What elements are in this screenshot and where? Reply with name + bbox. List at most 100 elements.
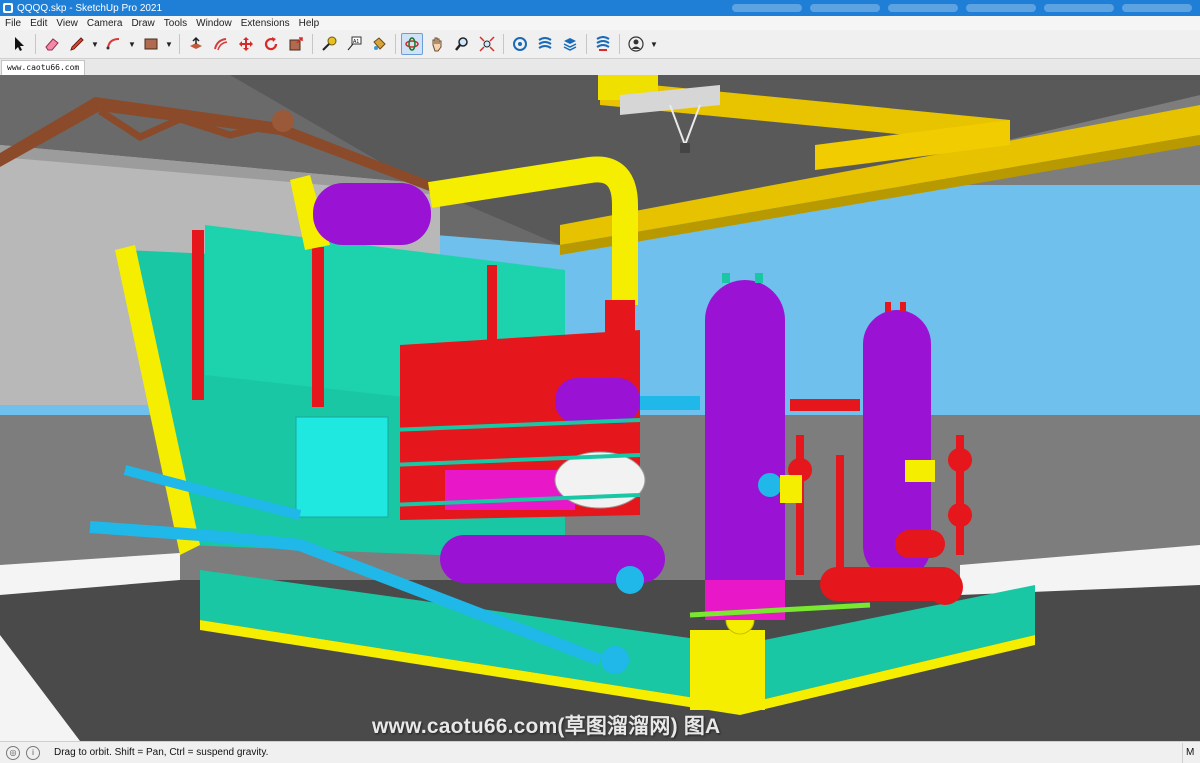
pipe-elbow <box>601 646 629 674</box>
title-bar: QQQQ.skp - SketchUp Pro 2021 <box>0 0 1200 16</box>
arc-icon <box>106 38 120 50</box>
info-icon[interactable]: i <box>26 745 40 760</box>
menu-file[interactable]: File <box>0 18 25 29</box>
layout-tool[interactable] <box>559 33 581 55</box>
rectangle-tool-dropdown-icon[interactable]: ▼ <box>165 33 173 55</box>
eraser-icon <box>45 38 59 51</box>
scale-icon <box>289 37 303 51</box>
scene-tabs-bar: www.caotu66.com <box>0 59 1200 75</box>
push-pull-icon <box>190 36 202 49</box>
zoom-extents-icon <box>479 36 495 52</box>
menu-bar: File Edit View Camera Draw Tools Window … <box>0 16 1200 30</box>
offset-icon <box>214 38 228 51</box>
arc-tool-dropdown-icon[interactable]: ▼ <box>128 33 136 55</box>
toolbar-separator <box>312 34 313 54</box>
menu-draw[interactable]: Draw <box>126 18 158 29</box>
line-tool[interactable] <box>66 33 88 55</box>
account-dropdown-icon[interactable]: ▼ <box>650 33 658 55</box>
vessel-nozzle <box>722 273 730 283</box>
arc-tool[interactable] <box>103 33 125 55</box>
menu-help[interactable]: Help <box>294 18 324 29</box>
rectangle-tool[interactable] <box>140 33 162 55</box>
vertical-vessel <box>705 280 785 620</box>
3d-warehouse-tool[interactable] <box>509 33 531 55</box>
zoom-tool[interactable] <box>451 33 473 55</box>
window-title: QQQQ.skp - SketchUp Pro 2021 <box>17 2 163 14</box>
vessel-nozzle <box>755 273 763 283</box>
rotate-tool[interactable] <box>260 33 282 55</box>
pipe-elbow <box>616 566 644 594</box>
toolbar-separator <box>586 34 587 54</box>
text-tool[interactable]: A1 <box>343 33 365 55</box>
geo-location-icon[interactable]: ◎ <box>6 745 20 760</box>
toolbar-separator <box>35 34 36 54</box>
toolbar-separator <box>395 34 396 54</box>
model-viewport[interactable] <box>0 75 1200 741</box>
line-tool-dropdown-icon[interactable]: ▼ <box>91 33 99 55</box>
move-tool[interactable] <box>235 33 257 55</box>
yellow-valve <box>905 460 935 482</box>
status-bar: ◎ i Drag to orbit. Shift = Pan, Ctrl = s… <box>0 741 1200 763</box>
toolbar-separator <box>179 34 180 54</box>
status-hint: Drag to orbit. Shift = Pan, Ctrl = suspe… <box>54 747 269 758</box>
valve <box>948 448 972 472</box>
tape-measure-tool[interactable] <box>318 33 340 55</box>
toolbar: ▼ ▼ ▼ A1 ▼ <box>0 30 1200 59</box>
red-stripe <box>312 247 324 407</box>
measurements-box[interactable]: M <box>1182 742 1200 763</box>
sketchup-app-icon <box>3 3 13 13</box>
orbit-icon <box>405 37 419 51</box>
toolbar-separator <box>619 34 620 54</box>
account-tool[interactable] <box>625 33 647 55</box>
text-icon: A1 <box>347 36 362 51</box>
menu-extensions[interactable]: Extensions <box>236 18 294 29</box>
rotate-icon <box>264 37 278 51</box>
scene-tab[interactable]: www.caotu66.com <box>1 60 86 75</box>
vessel-nozzle <box>900 302 906 312</box>
eraser-tool[interactable] <box>41 33 63 55</box>
magnifier-icon <box>455 37 468 51</box>
menu-window[interactable]: Window <box>191 18 236 29</box>
zoom-extents-tool[interactable] <box>476 33 498 55</box>
red-tank <box>895 530 945 558</box>
red-flange <box>927 569 963 605</box>
menu-camera[interactable]: Camera <box>82 18 127 29</box>
select-tool[interactable] <box>8 33 30 55</box>
valve <box>948 503 972 527</box>
rectangle-icon <box>144 38 158 50</box>
menu-view[interactable]: View <box>51 18 82 29</box>
offset-tool[interactable] <box>210 33 232 55</box>
move-icon <box>239 37 253 51</box>
push-pull-tool[interactable] <box>185 33 207 55</box>
menu-tools[interactable]: Tools <box>159 18 191 29</box>
pencil-icon <box>70 37 84 51</box>
model-render <box>0 75 1200 741</box>
pan-tool[interactable] <box>426 33 448 55</box>
menu-edit[interactable]: Edit <box>25 18 51 29</box>
vessel-port <box>758 473 782 497</box>
extension-manager-icon <box>596 36 610 51</box>
scale-tool[interactable] <box>285 33 307 55</box>
toolbar-separator <box>503 34 504 54</box>
tape-measure-icon <box>322 36 337 51</box>
watermark: www.caotu66.com(草图溜溜网) 图A <box>372 715 721 738</box>
truss-node <box>272 110 294 132</box>
taskbar-tabs <box>732 4 1200 12</box>
paint-bucket-icon <box>373 37 386 50</box>
skid-lug <box>690 630 765 710</box>
extension-manager-tool[interactable] <box>592 33 614 55</box>
layers-icon <box>563 38 577 51</box>
hook <box>680 143 690 153</box>
yellow-valve <box>780 475 802 503</box>
extension-warehouse-icon <box>538 37 552 49</box>
red-stripe <box>192 230 204 400</box>
user-icon <box>628 36 644 52</box>
control-cabinet <box>295 416 389 518</box>
hand-icon <box>432 37 442 52</box>
paint-bucket-tool[interactable] <box>368 33 390 55</box>
svg-text:A1: A1 <box>353 39 359 45</box>
extension-warehouse-tool[interactable] <box>534 33 556 55</box>
vessel-nozzle <box>885 302 891 312</box>
orbit-tool[interactable] <box>401 33 423 55</box>
arrow-cursor-icon <box>15 37 24 51</box>
